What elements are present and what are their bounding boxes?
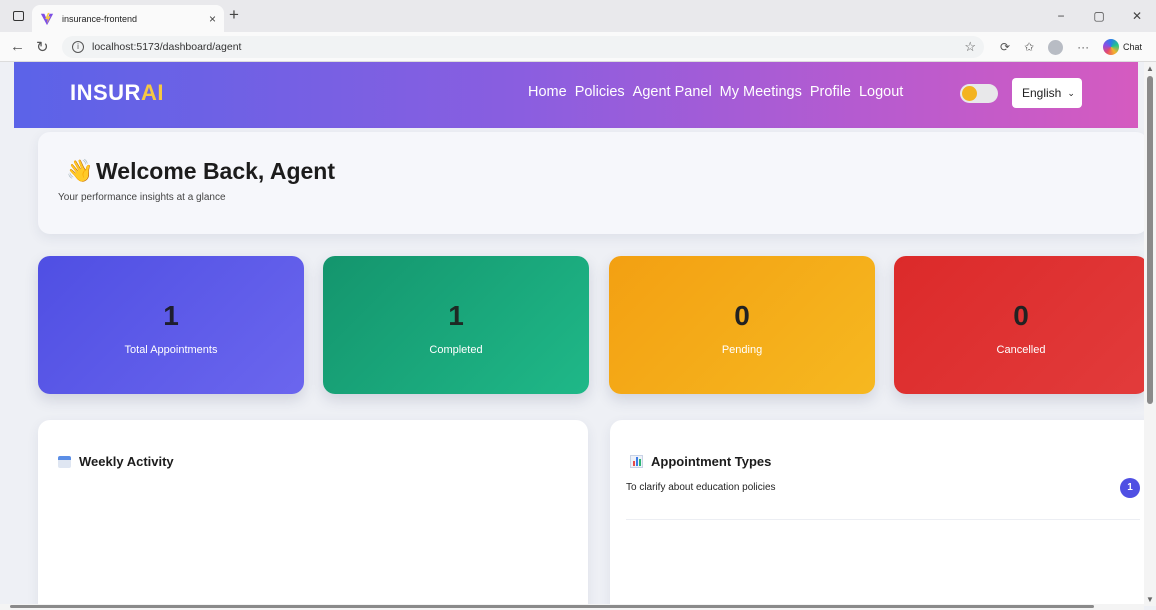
stat-card-cancelled: 0 Cancelled xyxy=(894,256,1144,394)
language-select[interactable]: English ⌄ xyxy=(1012,78,1082,108)
stat-value: 1 xyxy=(448,300,464,331)
copilot-icon xyxy=(1103,39,1119,55)
stat-value: 1 xyxy=(163,300,179,331)
nav-link-logout[interactable]: Logout xyxy=(859,84,903,100)
favorite-star-icon[interactable]: ☆ xyxy=(964,39,976,55)
appointment-type-label: To clarify about education policies xyxy=(626,482,776,493)
site-info-icon[interactable]: i xyxy=(72,41,84,53)
stat-label: Pending xyxy=(721,344,763,356)
waving-hand-icon: 👋 xyxy=(66,158,94,183)
welcome-subtitle: Your performance insights at a glance xyxy=(58,192,226,203)
brand-logo[interactable]: INSURAI xyxy=(70,80,164,106)
minimize-icon[interactable]: − xyxy=(1042,9,1080,23)
tab-close-icon[interactable]: × xyxy=(209,12,216,26)
horizontal-scrollbar[interactable] xyxy=(0,604,1144,610)
toggle-knob xyxy=(962,86,977,101)
stat-label: Completed xyxy=(429,344,483,356)
scrollbar-thumb[interactable] xyxy=(1147,76,1153,404)
weekly-activity-title: Weekly Activity xyxy=(79,454,174,469)
refresh-icon[interactable]: ↻ xyxy=(36,38,49,56)
welcome-card: 👋 Welcome Back, Agent Your performance i… xyxy=(38,132,1144,234)
nav-link-policies[interactable]: Policies xyxy=(575,84,625,100)
scroll-down-icon[interactable]: ▼ xyxy=(1146,595,1154,604)
new-tab-icon[interactable]: + xyxy=(229,5,239,25)
browser-tab[interactable]: insurance-frontend × xyxy=(32,5,224,32)
tab-actions-icon[interactable] xyxy=(13,11,24,21)
more-menu-icon[interactable]: ··· xyxy=(1077,40,1089,54)
list-item: To clarify about education policies 1 xyxy=(626,478,1140,520)
brand-main: INSUR xyxy=(70,80,141,105)
app-navbar: INSURAI Home Policies Agent Panel My Mee… xyxy=(14,62,1138,128)
stat-value: 0 xyxy=(1013,300,1029,331)
theme-toggle[interactable] xyxy=(960,84,998,103)
chat-label: Chat xyxy=(1123,42,1143,52)
chevron-down-icon: ⌄ xyxy=(1067,87,1075,98)
vertical-scrollbar[interactable]: ▲ ▼ xyxy=(1144,62,1156,606)
brand-accent: AI xyxy=(140,80,164,105)
back-icon[interactable]: ← xyxy=(10,38,25,55)
horizontal-scrollbar-thumb[interactable] xyxy=(10,605,1094,608)
tab-title: insurance-frontend xyxy=(62,13,138,24)
page-viewport: INSURAI Home Policies Agent Panel My Mee… xyxy=(0,62,1144,606)
nav-link-profile[interactable]: Profile xyxy=(810,84,851,100)
copilot-chat-button[interactable]: Chat xyxy=(1103,37,1142,57)
stat-value: 0 xyxy=(734,300,750,331)
stat-label: Total Appointments xyxy=(124,344,218,356)
appointment-types-title: Appointment Types xyxy=(651,454,772,469)
appointment-types-panel: Appointment Types To clarify about educa… xyxy=(610,420,1144,606)
browser-tab-bar: insurance-frontend × + − ▢ ✕ xyxy=(0,0,1156,32)
stat-card-completed: 1 Completed xyxy=(323,256,589,394)
weekly-activity-panel: Weekly Activity xyxy=(38,420,588,606)
bar-chart-icon xyxy=(630,455,643,468)
window-controls: − ▢ ✕ xyxy=(1042,0,1156,32)
close-window-icon[interactable]: ✕ xyxy=(1118,9,1156,23)
nav-links: Home Policies Agent Panel My Meetings Pr… xyxy=(528,84,911,100)
nav-link-home[interactable]: Home xyxy=(528,84,567,100)
favorites-icon[interactable]: ✩ xyxy=(1024,40,1034,54)
welcome-title: Welcome Back, Agent xyxy=(96,158,336,184)
calendar-icon xyxy=(58,455,71,468)
address-bar: ← ↻ i localhost:5173/dashboard/agent ☆ ⟳… xyxy=(0,32,1156,62)
url-field[interactable]: i localhost:5173/dashboard/agent ☆ xyxy=(62,36,984,58)
vite-favicon-icon xyxy=(40,12,54,25)
nav-link-my-meetings[interactable]: My Meetings xyxy=(720,84,802,100)
maximize-icon[interactable]: ▢ xyxy=(1080,9,1118,23)
stat-card-total-appointments: 1 Total Appointments xyxy=(38,256,304,394)
count-badge: 1 xyxy=(1120,478,1140,498)
scroll-up-icon[interactable]: ▲ xyxy=(1146,64,1154,73)
profile-avatar-icon[interactable] xyxy=(1048,39,1064,55)
language-value: English xyxy=(1022,86,1062,100)
toolbar-icons: ⟳ ✩ ··· xyxy=(1000,36,1103,58)
weekly-activity-heading: Weekly Activity xyxy=(58,454,174,469)
nav-link-agent-panel[interactable]: Agent Panel xyxy=(633,84,712,100)
stat-label: Cancelled xyxy=(996,344,1046,356)
extensions-icon[interactable]: ⟳ xyxy=(1000,40,1010,54)
appointment-types-heading: Appointment Types xyxy=(630,454,771,469)
stat-card-pending: 0 Pending xyxy=(609,256,875,394)
url-text: localhost:5173/dashboard/agent xyxy=(92,41,242,53)
